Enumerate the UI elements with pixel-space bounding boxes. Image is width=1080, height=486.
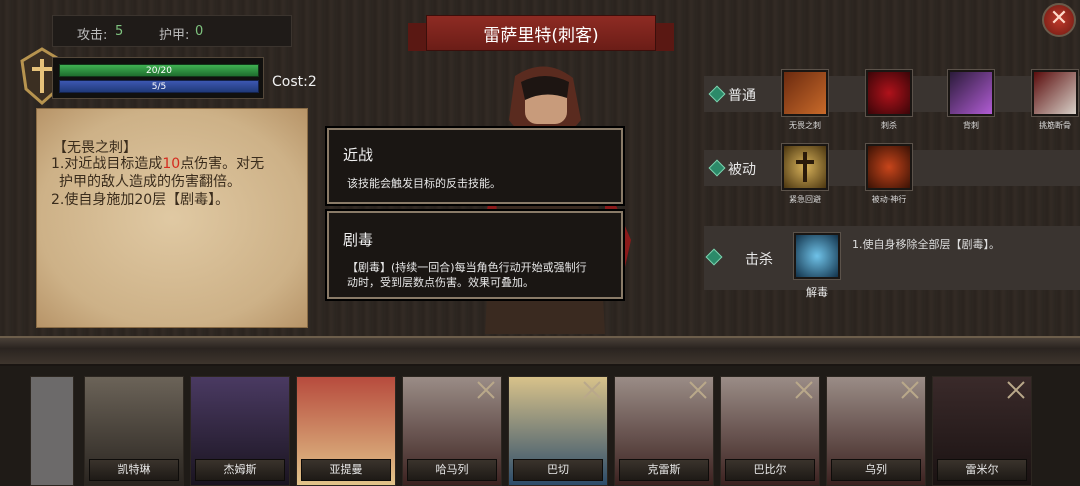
crossed-axes-icon (583, 381, 601, 399)
roster-name: 杰姆斯 (195, 459, 285, 481)
roster-name: 哈马列 (407, 459, 497, 481)
tag-card-desc: 【剧毒】(持续一回合)每当角色行动开始或强制行 (347, 261, 587, 274)
roster-portrait[interactable]: 哈马列 (402, 376, 502, 486)
tag-card-desc: 动时，受到层数点伤害。效果可叠加。 (347, 276, 534, 289)
roster-portrait[interactable]: 杰姆斯 (190, 376, 290, 486)
mp-bar: 5/5 (59, 80, 259, 93)
roster-portrait[interactable]: 凯特琳 (84, 376, 184, 486)
skill-row-label: 普通 (728, 88, 756, 104)
roster-name: 巴切 (513, 459, 603, 481)
skill-name: 刺杀 (881, 121, 897, 130)
crossed-axes-icon (689, 381, 707, 399)
close-icon: ✕ (1049, 6, 1069, 31)
skill-detail-parchment: 【无畏之刺】 1.对近战目标造成10点伤害。对无 护甲的敌人造成的伤害翻倍。 2… (36, 108, 308, 328)
mp-text: 5/5 (151, 82, 167, 92)
tag-card-melee: 近战 该技能会触发目标的反击技能。 (327, 128, 623, 204)
skill-icon-backstab[interactable] (948, 70, 994, 116)
skill-row-label: 被动 (728, 162, 756, 178)
tag-card-desc: 该技能会触发目标的反击技能。 (347, 177, 501, 190)
tag-card-title: 近战 (343, 146, 374, 164)
skill-name: 无畏之刺 (789, 121, 821, 130)
skill-name: 被动·神行 (871, 195, 907, 204)
skill-icon-dagger[interactable] (782, 70, 828, 116)
stats-panel: 攻击: 5 护甲: 0 (52, 15, 292, 47)
kill-skill-name: 解毒 (806, 286, 828, 299)
character-title: 雷萨里特(刺客) (483, 26, 599, 46)
roster-portrait[interactable]: 雷米尔 (932, 376, 1032, 486)
skill-detail-line-1: 1.对近战目标造成10点伤害。对无 (51, 156, 265, 172)
roster-divider (0, 336, 1080, 366)
roster-name: 乌列 (831, 459, 921, 481)
kill-skill-desc: 1.使自身移除全部层【剧毒】。 (852, 238, 1000, 251)
attack-value: 5 (115, 24, 124, 39)
crossed-axes-icon (477, 381, 495, 399)
roster-name: 巴比尔 (725, 459, 815, 481)
hp-text: 20/20 (146, 66, 172, 76)
skill-detail-line-2: 护甲的敌人造成的伤害翻倍。 (59, 174, 241, 190)
roster-portrait[interactable]: 巴切 (508, 376, 608, 486)
crossed-axes-icon (795, 381, 813, 399)
skill-icon-blade[interactable] (1032, 70, 1078, 116)
armor-value: 0 (195, 24, 204, 39)
skill-name: 背刺 (963, 121, 979, 130)
roster-portrait-partial[interactable] (30, 376, 74, 486)
cost-label: Cost:2 (272, 74, 317, 90)
skill-name: 挑筋断骨 (1039, 121, 1071, 130)
character-roster: 凯特琳 杰姆斯 亚提曼 哈马列 巴切 克雷斯 巴比尔 乌列 雷米尔 (0, 366, 1080, 486)
roster-portrait[interactable]: 乌列 (826, 376, 926, 486)
crossed-axes-icon (901, 381, 919, 399)
roster-portrait[interactable]: 巴比尔 (720, 376, 820, 486)
attack-label: 攻击: (77, 28, 108, 43)
roster-name: 雷米尔 (937, 459, 1027, 481)
roster-portrait[interactable]: 亚提曼 (296, 376, 396, 486)
cross-icon (796, 152, 814, 182)
character-title-banner: 雷萨里特(刺客) (408, 15, 674, 53)
close-button[interactable]: ✕ (1042, 3, 1076, 37)
hp-bar: 20/20 (59, 64, 259, 77)
roster-name: 亚提曼 (301, 459, 391, 481)
skill-icon-potion[interactable] (794, 233, 840, 279)
crossed-axes-icon (1007, 381, 1025, 399)
tag-card-poison: 剧毒 【剧毒】(持续一回合)每当角色行动开始或强制行 动时，受到层数点伤害。效果… (327, 211, 623, 299)
skill-name: 紧急回避 (789, 195, 821, 204)
tag-card-title: 剧毒 (343, 231, 374, 249)
skill-icon-heart[interactable] (866, 70, 912, 116)
skill-row-label: 击杀 (745, 252, 773, 268)
armor-label: 护甲: (159, 28, 190, 43)
roster-name: 凯特琳 (89, 459, 179, 481)
skill-icon-cross[interactable] (782, 144, 828, 190)
skill-icon-claw[interactable] (866, 144, 912, 190)
roster-name: 克雷斯 (619, 459, 709, 481)
resource-bars: 20/20 5/5 (52, 57, 264, 99)
roster-portrait[interactable]: 克雷斯 (614, 376, 714, 486)
skill-detail-line-3: 2.使自身施加20层【剧毒】。 (51, 192, 230, 208)
skill-detail-title: 【无畏之刺】 (53, 140, 137, 156)
